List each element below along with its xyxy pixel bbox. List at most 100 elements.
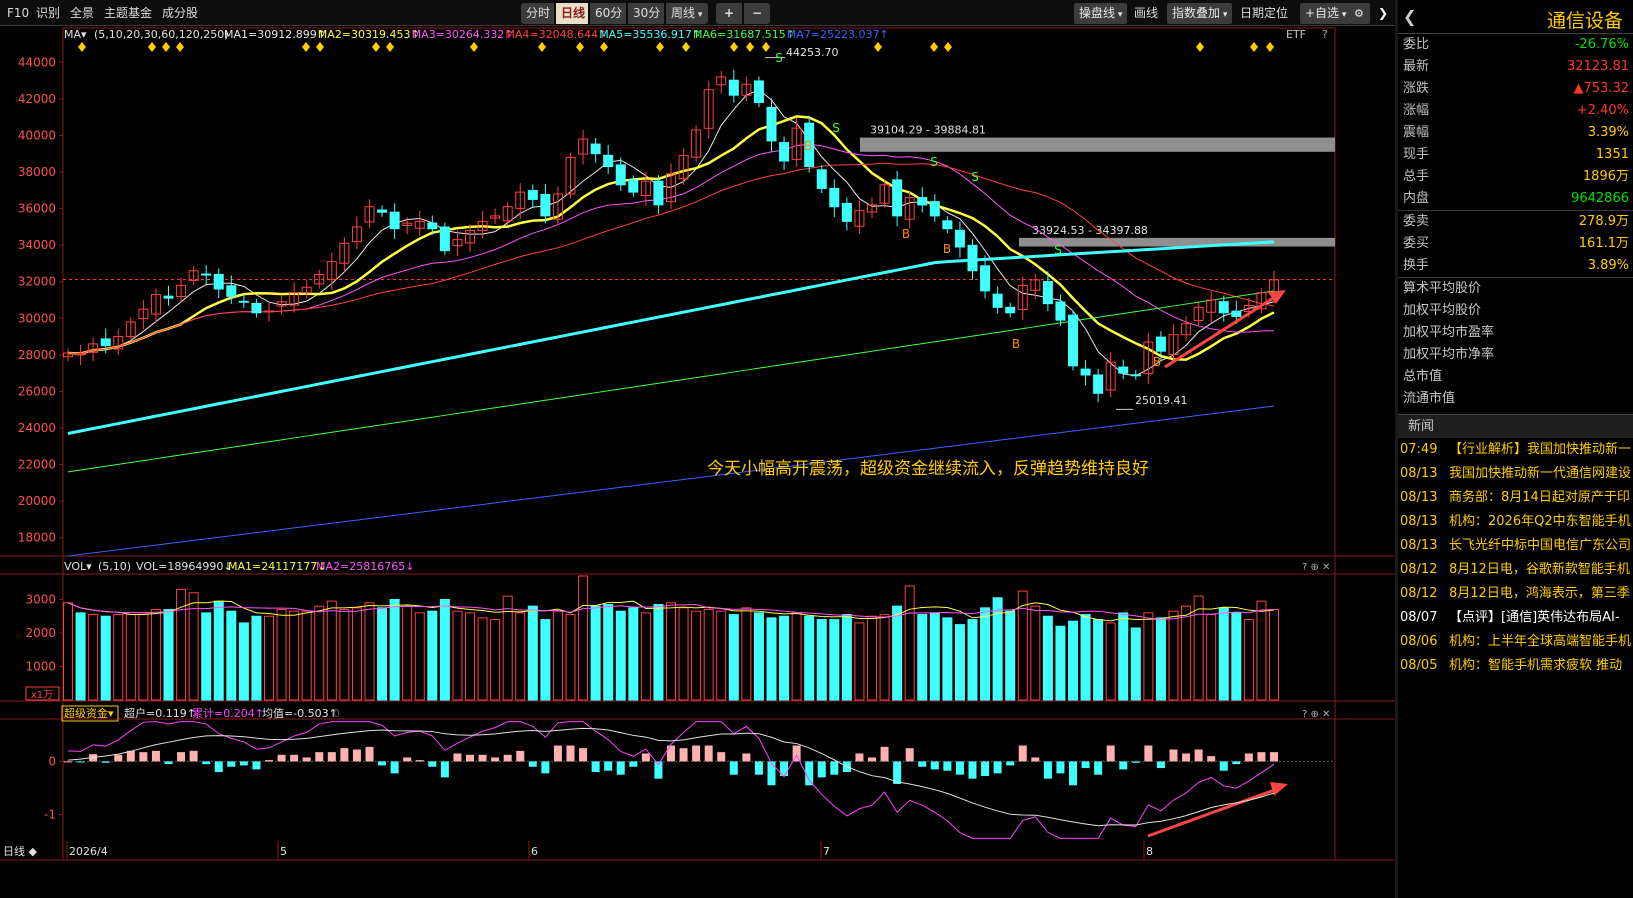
fund-bar — [1018, 745, 1027, 762]
news-item[interactable]: 08/07 【点评】[通信]英伟达布局AI- — [1398, 606, 1633, 630]
period-label: 日线 ◆ — [3, 844, 37, 858]
candle-body — [628, 179, 639, 193]
fund-bar — [591, 761, 600, 773]
tab-30min[interactable]: 30分 — [628, 3, 664, 24]
fund-bar — [139, 752, 148, 762]
collapse-panel-icon[interactable]: ❯ — [1374, 4, 1392, 22]
f10-button[interactable]: F10 — [3, 4, 33, 22]
back-chevron-icon[interactable]: ❮ — [1403, 7, 1416, 26]
ma-value: MA7=25223.037↑ — [787, 28, 889, 41]
zoom-in-button[interactable]: + — [716, 3, 742, 24]
stat-row[interactable]: 算术平均股价 — [1398, 278, 1633, 300]
stat-row[interactable]: 流通市值 — [1398, 388, 1633, 410]
ma120-line — [67, 290, 1275, 473]
news-item[interactable]: 07:49 【行业解析】我国加快推动新一 — [1398, 438, 1633, 462]
tab-60min[interactable]: 60分 — [590, 3, 626, 24]
candle-body — [100, 338, 111, 347]
zoom-out-button[interactable]: − — [744, 3, 770, 24]
volume-bar — [1256, 600, 1267, 701]
quote-key: 换手 — [1403, 258, 1430, 273]
news-header[interactable]: 新闻 — [1398, 414, 1633, 438]
volume-bar — [1168, 610, 1179, 701]
fund-bar — [315, 752, 324, 762]
event-diamond-icon — [372, 42, 380, 52]
volume-bar — [402, 605, 413, 701]
event-diamond-icon — [148, 42, 156, 52]
news-item[interactable]: 08/13 机构：2026年Q2中东智能手机 — [1398, 510, 1633, 534]
news-item[interactable]: 08/12 8月12日电，鸿海表示，第三季 — [1398, 582, 1633, 606]
candle-body — [213, 273, 224, 290]
candle-body — [75, 353, 86, 356]
fund-bar — [252, 761, 261, 770]
news-title: 【行业解析】我国加快推动新一 — [1449, 442, 1632, 457]
fund-bar — [754, 761, 763, 775]
volume-bar — [1030, 605, 1041, 701]
candle-body — [766, 106, 777, 142]
stat-row[interactable]: 加权平均市盈率 — [1398, 322, 1633, 344]
fund-bar — [340, 748, 349, 762]
settings-dropdown[interactable]: ⚙ — [1350, 3, 1370, 24]
panel-controls-icon: ? ⊕ ✕ — [1302, 709, 1330, 720]
period-dropdown[interactable]: 周线 ▾ — [666, 3, 708, 24]
quote-value: ▲753.32 — [1573, 81, 1630, 96]
volume-bar — [414, 612, 425, 701]
quote-value: 161.1万 — [1578, 236, 1629, 251]
stat-row[interactable]: 加权平均股价 — [1398, 300, 1633, 322]
fund-bar — [378, 761, 387, 766]
volume-bar — [63, 602, 73, 701]
watchlist-dropdown[interactable]: +自选 ▾ — [1300, 3, 1352, 24]
fund-bar — [717, 752, 726, 762]
ma-value: MA1=30912.899↑ — [224, 28, 326, 41]
tab-daily[interactable]: 日线 — [556, 3, 588, 24]
candle-body — [967, 244, 978, 272]
candle-body — [238, 300, 249, 303]
news-item[interactable]: 08/13 商务部：8月14日起对原产于印 — [1398, 486, 1633, 510]
index-overlay-dropdown[interactable]: 指数叠加 ▾ — [1167, 3, 1233, 24]
quote-list: 委比 -26.76% 最新 32123.81 涨跌 ▲753.32 涨幅 +2.40% 震幅 3.… — [1398, 34, 1633, 210]
fund-bar — [491, 757, 500, 762]
stat-row[interactable]: 总市值 — [1398, 366, 1633, 388]
resistance-band-label: 33924.53 - 34397.88 — [1032, 224, 1148, 237]
ma-value: MA4=32048.644↑ — [505, 28, 607, 41]
candle-body — [590, 143, 601, 155]
news-item[interactable]: 08/05 机构：智能手机需求疲软 推动 — [1398, 654, 1633, 678]
volume-bar — [867, 615, 877, 701]
news-item[interactable]: 08/12 8月12日电，谷歌新款智能手机 — [1398, 558, 1633, 582]
candle-body — [1093, 374, 1104, 394]
event-diamond-icon — [682, 42, 690, 52]
identify-button[interactable]: 识别 — [32, 4, 64, 22]
draw-line-button[interactable]: 画线 — [1130, 4, 1162, 22]
chart-area[interactable]: 1800020000220002400026000280003000032000… — [0, 26, 1395, 898]
candle-body — [389, 211, 400, 230]
volume-bar — [1068, 620, 1078, 701]
fund-bar — [579, 748, 588, 762]
candle-body — [1130, 374, 1141, 377]
operation-line-dropdown[interactable]: 操盘线 ▾ — [1074, 3, 1128, 24]
news-title: 【点评】[通信]英伟达布局AI- — [1449, 610, 1620, 625]
news-date: 08/12 — [1400, 562, 1438, 577]
candle-body — [841, 202, 852, 222]
overview-button[interactable]: 全景 — [66, 4, 98, 22]
event-diamond-icon — [538, 42, 546, 52]
event-diamond-icon — [730, 42, 738, 52]
volume-bar — [1080, 614, 1091, 701]
volume-bar — [88, 614, 99, 701]
volume-bar — [1155, 617, 1166, 701]
tab-intraday[interactable]: 分时 — [521, 3, 554, 24]
fund-bar — [1144, 745, 1153, 762]
news-item[interactable]: 08/13 长飞光纤中标中国电信广东公司 — [1398, 534, 1633, 558]
fund-average-line — [67, 727, 1275, 827]
trend-arrow-head-icon — [1268, 290, 1286, 304]
stat-row[interactable]: 加权平均市净率 — [1398, 344, 1633, 366]
candle-body — [427, 222, 438, 230]
constituents-button[interactable]: 成分股 — [158, 4, 202, 22]
theme-fund-button[interactable]: 主题基金 — [100, 4, 156, 22]
news-item[interactable]: 08/13 我国加快推动新一代通信网建设 — [1398, 462, 1633, 486]
volume-bar — [741, 607, 752, 701]
volume-bar — [125, 614, 136, 701]
y-tick-label: 44000 — [18, 55, 56, 69]
volume-bar — [314, 605, 325, 701]
date-locate-button[interactable]: 日期定位 — [1236, 4, 1292, 22]
news-item[interactable]: 08/06 机构：上半年全球高端智能手机 — [1398, 630, 1633, 654]
fund-bar — [227, 761, 236, 767]
